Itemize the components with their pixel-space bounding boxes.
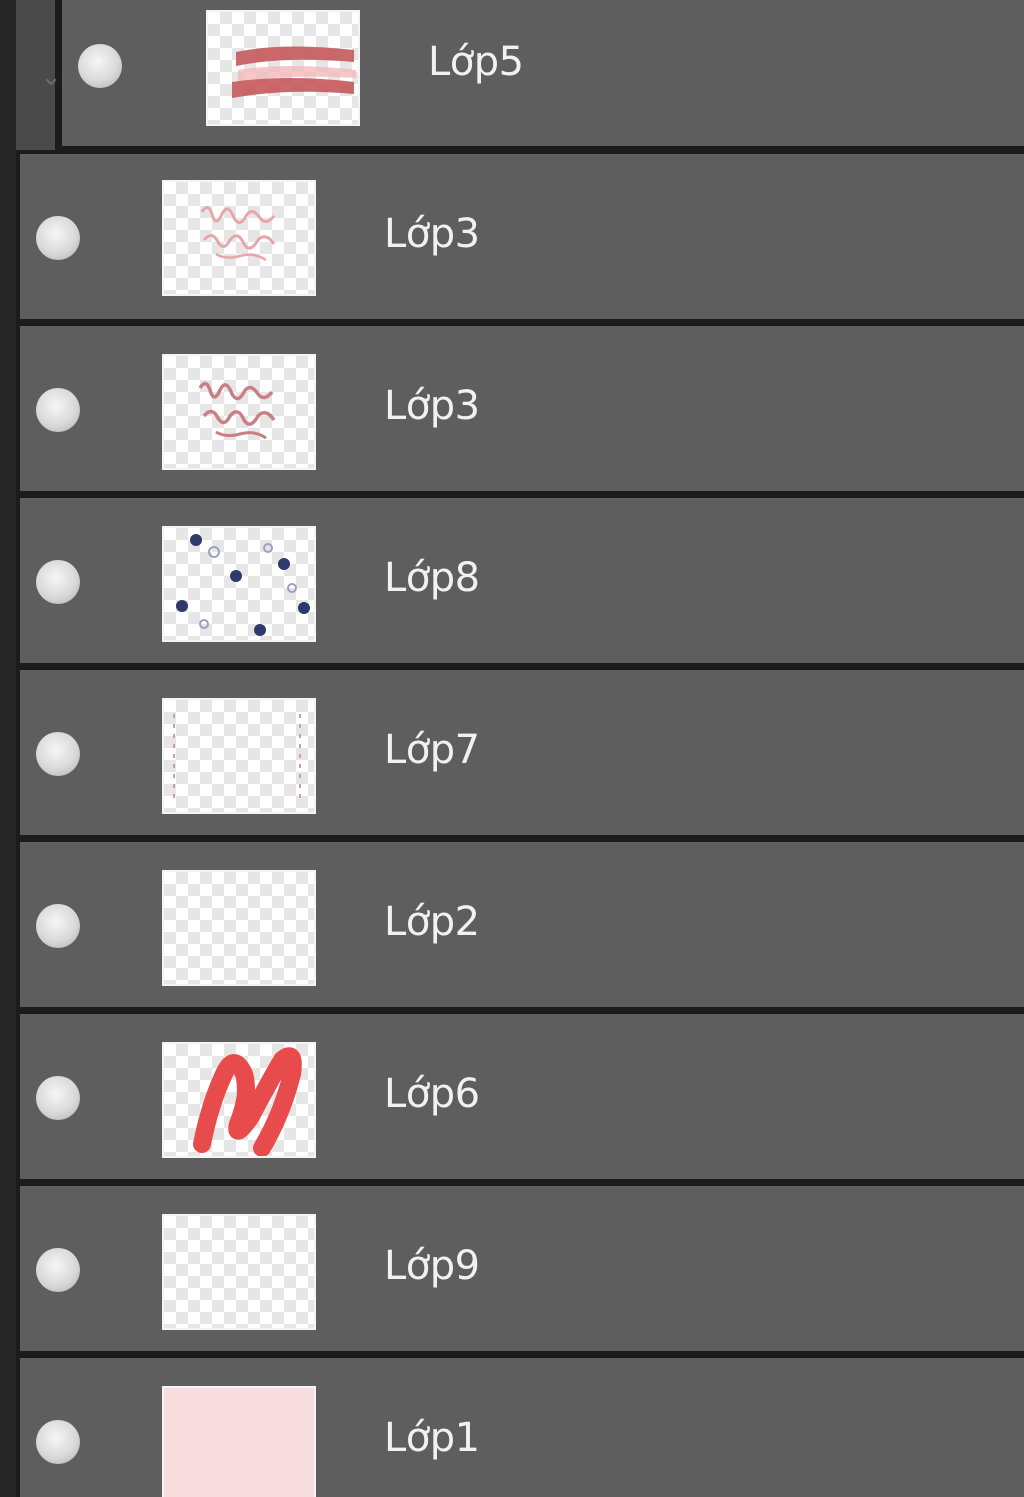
- layer-thumbnail: [164, 1388, 314, 1497]
- chevron-down-icon[interactable]: ⌄: [38, 64, 64, 90]
- visibility-toggle-icon[interactable]: [36, 732, 80, 776]
- layer-row[interactable]: Lớp5: [62, 0, 1024, 146]
- layer-thumbnail: [164, 356, 314, 468]
- layer-name: Lớp2: [384, 899, 480, 945]
- red-scribble-thumbnail: [193, 1047, 302, 1156]
- layer-name: Lớp1: [384, 1415, 480, 1461]
- visibility-toggle-icon[interactable]: [36, 904, 80, 948]
- handwriting-thumbnail: [198, 381, 276, 440]
- visibility-toggle-icon[interactable]: [36, 1420, 80, 1464]
- layer-name: Lớp8: [384, 555, 480, 601]
- layer-thumbnail: [164, 182, 314, 294]
- visibility-toggle-icon[interactable]: [78, 44, 122, 88]
- red-stripes-thumbnail: [232, 46, 356, 98]
- layer-row[interactable]: Lớp7: [20, 670, 1024, 835]
- panel-left-edge: [0, 0, 16, 1497]
- layers-panel: ⌄ Lớp5 Lớp3 Lớp3 Lớp8 Lớp7 Lớp2 Lớp6 Lớp…: [0, 0, 1024, 1497]
- layer-row[interactable]: Lớp8: [20, 498, 1024, 663]
- layer-row[interactable]: Lớp1: [20, 1358, 1024, 1497]
- visibility-toggle-icon[interactable]: [36, 216, 80, 260]
- layer-row[interactable]: Lớp3: [20, 154, 1024, 319]
- layer-thumbnail: [164, 1044, 314, 1156]
- layer-row[interactable]: Lớp3: [20, 326, 1024, 491]
- layer-row[interactable]: Lớp9: [20, 1186, 1024, 1351]
- layer-name: Lớp3: [384, 211, 480, 257]
- visibility-toggle-icon[interactable]: [36, 1076, 80, 1120]
- visibility-toggle-icon[interactable]: [36, 388, 80, 432]
- navy-dots-thumbnail: [176, 534, 310, 636]
- visibility-toggle-icon[interactable]: [36, 560, 80, 604]
- layer-name: Lớp3: [384, 383, 480, 429]
- handwriting-thumbnail: [200, 206, 276, 262]
- layer-thumbnail: [164, 528, 314, 640]
- border-marks-thumbnail: [173, 714, 301, 800]
- layer-thumbnail: [164, 872, 314, 984]
- group-gutter: ⌄: [16, 0, 62, 150]
- layer-row[interactable]: Lớp6: [20, 1014, 1024, 1179]
- layer-name: Lớp9: [384, 1243, 480, 1289]
- visibility-toggle-icon[interactable]: [36, 1248, 80, 1292]
- layer-row[interactable]: Lớp2: [20, 842, 1024, 1007]
- layer-thumbnail: [208, 12, 358, 124]
- layer-thumbnail: [164, 1216, 314, 1328]
- layer-name: Lớp5: [428, 39, 524, 85]
- layer-name: Lớp6: [384, 1071, 480, 1117]
- layer-thumbnail: [164, 700, 314, 812]
- layer-name: Lớp7: [384, 727, 480, 773]
